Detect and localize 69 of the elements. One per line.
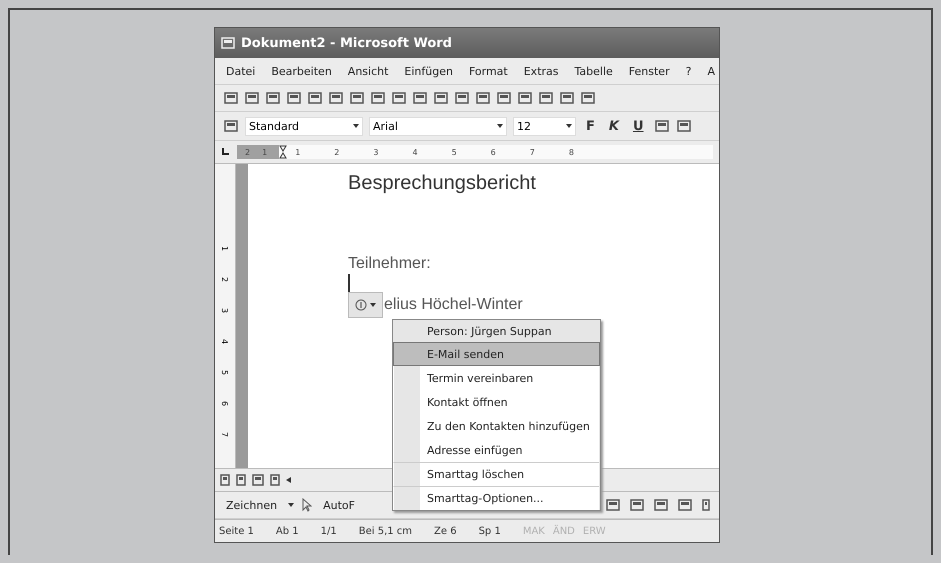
- text-cursor: [348, 274, 350, 292]
- ruler-number: 2: [245, 148, 250, 156]
- ruler-number: 3: [373, 148, 378, 156]
- style-value: Standard: [249, 120, 300, 132]
- status-text: ÄND: [552, 526, 575, 536]
- window-title: Dokument2 - Microsoft Word: [241, 36, 452, 50]
- status-text: 1/1: [320, 526, 337, 536]
- format-button[interactable]: K: [604, 118, 623, 134]
- info-icon: [355, 299, 367, 311]
- ruler-number: 3: [220, 308, 230, 314]
- menu-item[interactable]: Tabelle: [572, 64, 616, 78]
- pointer-icon[interactable]: [302, 498, 312, 512]
- tab-stop-icon[interactable]: [221, 148, 229, 156]
- document-text: elius Höchel-Winter: [384, 296, 523, 314]
- status-text: Seite 1: [219, 526, 254, 536]
- font-dropdown[interactable]: Arial: [369, 116, 507, 136]
- status-text: Sp 1: [478, 526, 501, 536]
- format-button[interactable]: U: [628, 118, 648, 134]
- scroll-left-icon: [285, 477, 291, 483]
- status-text: ERW: [582, 526, 606, 536]
- ruler-number: 1: [220, 246, 230, 252]
- document-heading: Besprechungsbericht: [348, 172, 537, 195]
- status-text: Ze 6: [434, 526, 457, 536]
- caret-icon: [497, 123, 503, 129]
- status-text: Bei 5,1 cm: [358, 526, 412, 536]
- ruler-number: 7: [530, 148, 535, 156]
- ruler-number: 5: [452, 148, 457, 156]
- font-size-value: 12: [517, 120, 531, 132]
- menu-item[interactable]: Smarttag-Optionen...: [393, 486, 600, 510]
- ruler-number: 2: [334, 148, 340, 156]
- menu-item[interactable]: Datei: [223, 64, 258, 78]
- document-text: Teilnehmer:: [348, 255, 432, 273]
- smart-tag-button[interactable]: [348, 292, 383, 318]
- menu-item[interactable]: Bearbeiten: [268, 64, 335, 78]
- ruler-number: 2: [220, 276, 230, 282]
- menu-item[interactable]: Extras: [520, 64, 562, 78]
- menu-item[interactable]: A: [704, 64, 718, 78]
- drawing-menu[interactable]: Zeichnen: [223, 498, 280, 512]
- menu-item[interactable]: Kontakt öffnen: [393, 390, 600, 414]
- ruler-number: 6: [490, 148, 496, 156]
- menu-item[interactable]: Smarttag löschen: [393, 462, 600, 486]
- ruler-number: 8: [568, 148, 574, 156]
- font-value: Arial: [373, 120, 398, 132]
- menu-item[interactable]: Termin vereinbaren: [393, 366, 600, 390]
- ruler-number: 5: [220, 370, 230, 376]
- autoshapes-menu[interactable]: AutoF: [320, 498, 358, 512]
- menu-item[interactable]: Einfügen: [401, 64, 456, 78]
- ruler-number: 4: [412, 148, 418, 156]
- menu-item[interactable]: Adresse einfügen: [393, 438, 600, 462]
- ruler-number: 6: [220, 400, 230, 406]
- ruler-number: 4: [220, 338, 230, 344]
- menu-item[interactable]: Ansicht: [344, 64, 392, 78]
- ruler-number: 7: [220, 432, 230, 438]
- style-dropdown[interactable]: Standard: [245, 116, 363, 136]
- caret-icon: [370, 302, 376, 308]
- status-text: Ab 1: [276, 526, 299, 536]
- ruler-number: 1: [262, 148, 268, 156]
- status-text: MAK: [522, 526, 545, 536]
- caret-icon: [566, 123, 572, 129]
- menu-item[interactable]: Zu den Kontakten hinzufügen: [393, 414, 600, 438]
- caret-icon: [288, 502, 294, 508]
- font-size-dropdown[interactable]: 12: [513, 116, 576, 136]
- menu-item[interactable]: Fenster: [626, 64, 673, 78]
- menu-item[interactable]: Format: [466, 64, 511, 78]
- indent-marker-icon[interactable]: [279, 145, 288, 159]
- ruler-number: 1: [295, 148, 300, 156]
- format-button[interactable]: F: [582, 118, 599, 134]
- caret-icon: [353, 123, 359, 129]
- menu-item[interactable]: ?: [682, 64, 694, 78]
